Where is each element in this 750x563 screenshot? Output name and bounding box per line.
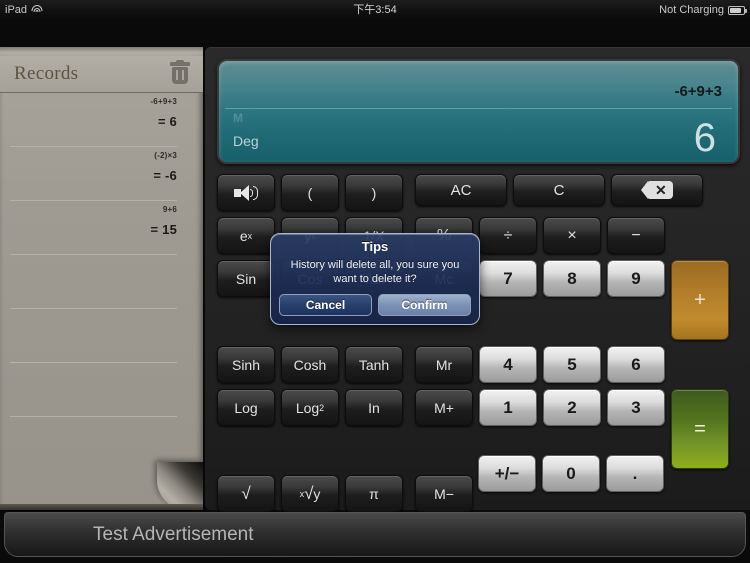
display-value: 6: [693, 116, 716, 160]
sound-toggle-button[interactable]: [217, 174, 275, 211]
confirm-delete-dialog: Tips History will delete all, you sure y…: [270, 233, 480, 325]
records-header: Records: [0, 56, 203, 93]
digit-6-button[interactable]: 6: [607, 346, 665, 383]
keypad-row-4: Sinh Cosh Tanh Mr 4 5 6: [217, 346, 740, 383]
e-power-x-button[interactable]: ex: [217, 217, 275, 254]
status-bar-clock: 下午3:54: [353, 4, 397, 16]
record-expression: (-2)×3: [154, 151, 177, 160]
clear-button[interactable]: C: [513, 174, 605, 206]
records-paper-bottom-edge: [0, 504, 203, 510]
multiply-button[interactable]: ×: [543, 217, 601, 254]
dialog-message: History will delete all, you sure you wa…: [290, 259, 460, 285]
display-memory-indicator: M: [233, 111, 243, 125]
square-root-button[interactable]: √: [217, 475, 275, 512]
digit-1-button[interactable]: 1: [479, 389, 537, 426]
digit-9-button[interactable]: 9: [607, 260, 665, 297]
nth-root-operand: y: [313, 485, 321, 502]
speaker-icon: [234, 184, 258, 201]
close-paren-button[interactable]: ): [345, 174, 403, 211]
e-exponent: x: [247, 230, 253, 241]
nth-root-button[interactable]: x √ y: [281, 475, 339, 512]
open-paren-button[interactable]: (: [281, 174, 339, 211]
sinh-button[interactable]: Sinh: [217, 346, 275, 383]
keypad-row-top: ( ) AC C ✕: [217, 174, 740, 211]
keypad: ( ) AC C ✕ ex yx 1/X %: [217, 174, 740, 555]
record-result: = 15: [150, 222, 177, 237]
ln-button[interactable]: In: [345, 389, 403, 426]
tanh-button[interactable]: Tanh: [345, 346, 403, 383]
list-item-empty: [10, 309, 177, 363]
cosh-button[interactable]: Cosh: [281, 346, 339, 383]
memory-add-button[interactable]: M+: [415, 389, 473, 426]
sin-button[interactable]: Sin: [217, 260, 275, 297]
advertisement-banner[interactable]: Test Advertisement: [4, 512, 746, 557]
status-bar-right: Not Charging: [659, 0, 747, 20]
minus-button[interactable]: −: [607, 217, 665, 254]
digit-7-button[interactable]: 7: [479, 260, 537, 297]
status-bar: iPad 下午3:54 Not Charging: [0, 0, 750, 20]
records-panel: Records -6+9+3 = 6 (-2)×3 = -6 9+6 = 15: [0, 47, 203, 510]
trash-icon[interactable]: [169, 60, 191, 86]
battery-status-label: Not Charging: [659, 4, 724, 16]
equals-button[interactable]: =: [671, 389, 729, 469]
plus-button[interactable]: +: [671, 260, 729, 340]
records-list[interactable]: -6+9+3 = 6 (-2)×3 = -6 9+6 = 15: [0, 93, 203, 510]
nth-root-radical: √: [304, 483, 314, 503]
log2-subscript: 2: [319, 402, 325, 413]
records-paper-top-edge: [0, 47, 203, 56]
record-expression: -6+9+3: [150, 97, 177, 106]
list-item-empty: [10, 255, 177, 309]
list-item[interactable]: -6+9+3 = 6: [10, 93, 177, 147]
display-angle-mode: Deg: [233, 133, 259, 149]
memory-subtract-button[interactable]: M−: [415, 475, 473, 512]
digit-2-button[interactable]: 2: [543, 389, 601, 426]
sign-toggle-button[interactable]: +/−: [478, 455, 536, 492]
advertisement-text: Test Advertisement: [93, 523, 254, 545]
pi-button[interactable]: π: [345, 475, 403, 512]
digit-3-button[interactable]: 3: [607, 389, 665, 426]
digit-5-button[interactable]: 5: [543, 346, 601, 383]
digit-4-button[interactable]: 4: [479, 346, 537, 383]
display-expression: -6+9+3: [674, 83, 722, 100]
list-item[interactable]: 9+6 = 15: [10, 201, 177, 255]
decimal-point-button[interactable]: .: [606, 455, 664, 492]
list-item[interactable]: (-2)×3 = -6: [10, 147, 177, 201]
ipad-calculator-screen: iPad 下午3:54 Not Charging Records -6+9+3 …: [0, 0, 750, 563]
digit-8-button[interactable]: 8: [543, 260, 601, 297]
backspace-icon: ✕: [641, 181, 673, 199]
list-item-empty: [10, 363, 177, 417]
records-title: Records: [14, 63, 79, 84]
log-button[interactable]: Log: [217, 389, 275, 426]
backspace-button[interactable]: ✕: [611, 174, 703, 206]
dialog-buttons: Cancel Confirm: [279, 294, 471, 316]
battery-icon: [728, 5, 747, 15]
dialog-title: Tips: [361, 239, 389, 254]
record-expression: 9+6: [162, 205, 177, 214]
confirm-button[interactable]: Confirm: [378, 294, 471, 316]
cancel-button[interactable]: Cancel: [279, 294, 372, 316]
divide-button[interactable]: ÷: [479, 217, 537, 254]
e-label: e: [239, 227, 248, 244]
keypad-bottom-row: +/− 0 .: [478, 455, 664, 492]
log2-label: Log: [295, 399, 320, 416]
memory-recall-button[interactable]: Mr: [415, 346, 473, 383]
digit-0-button[interactable]: 0: [542, 455, 600, 492]
record-result: = 6: [157, 114, 177, 129]
calculator-display: -6+9+3 M Deg 6: [217, 59, 740, 164]
log2-button[interactable]: Log 2: [281, 389, 339, 426]
record-result: = -6: [153, 168, 177, 183]
all-clear-button[interactable]: AC: [415, 174, 507, 206]
